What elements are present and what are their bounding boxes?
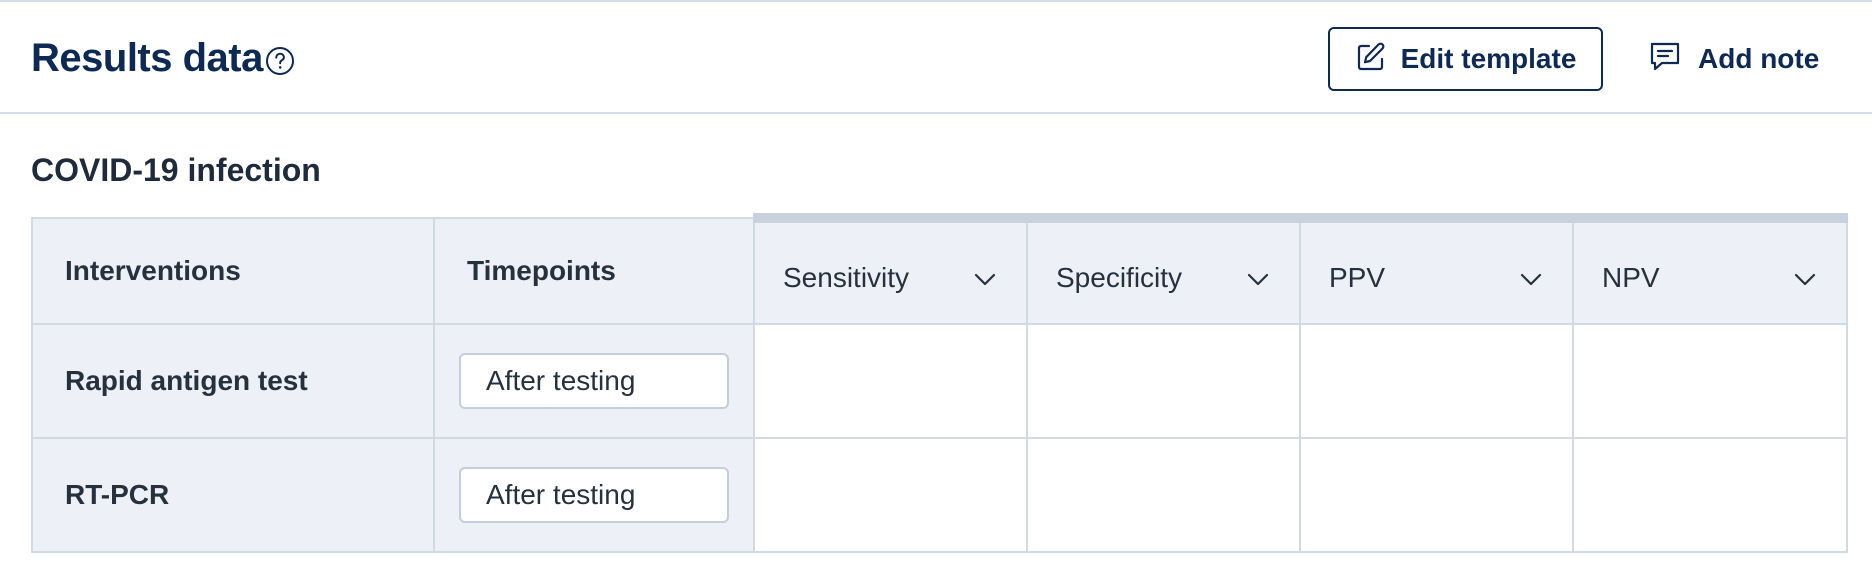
intervention-label: RT-PCR bbox=[31, 437, 435, 553]
edit-template-button[interactable]: Edit template bbox=[1328, 27, 1603, 91]
add-note-label: Add note bbox=[1698, 43, 1820, 74]
timepoint-cell: After testing bbox=[433, 437, 755, 553]
column-header-interventions: Interventions bbox=[31, 217, 435, 325]
pencil-square-icon bbox=[1355, 41, 1387, 78]
timepoint-cell: After testing bbox=[433, 323, 755, 439]
timepoint-field[interactable]: After testing bbox=[459, 353, 729, 409]
column-header-npv[interactable]: NPV bbox=[1572, 213, 1848, 325]
metric-label: Sensitivity bbox=[783, 262, 910, 293]
specificity-cell[interactable] bbox=[1026, 323, 1301, 439]
npv-cell[interactable] bbox=[1572, 323, 1848, 439]
edit-template-label: Edit template bbox=[1400, 43, 1577, 74]
sensitivity-cell[interactable] bbox=[753, 323, 1028, 439]
column-header-specificity[interactable]: Specificity bbox=[1026, 213, 1301, 325]
chevron-down-icon[interactable] bbox=[1520, 262, 1542, 294]
column-header-ppv[interactable]: PPV bbox=[1299, 213, 1574, 325]
chevron-down-icon[interactable] bbox=[1794, 262, 1816, 294]
page-title: Results data bbox=[31, 36, 263, 80]
table-header-row: Interventions Timepoints Sensitivity Spe… bbox=[31, 213, 1848, 325]
npv-cell[interactable] bbox=[1572, 437, 1848, 553]
question-circle-icon[interactable] bbox=[265, 46, 295, 76]
add-note-button[interactable]: Add note bbox=[1640, 27, 1840, 91]
ppv-cell[interactable] bbox=[1299, 437, 1574, 553]
chevron-down-icon[interactable] bbox=[974, 262, 996, 294]
timepoint-field[interactable]: After testing bbox=[459, 467, 729, 523]
sensitivity-cell[interactable] bbox=[753, 437, 1028, 553]
section-title: COVID-19 infection bbox=[31, 152, 321, 188]
column-header-sensitivity[interactable]: Sensitivity bbox=[753, 213, 1028, 325]
chevron-down-icon[interactable] bbox=[1247, 262, 1269, 294]
metric-label: Specificity bbox=[1056, 262, 1183, 293]
column-header-timepoints: Timepoints bbox=[433, 217, 755, 325]
title-group: Results data bbox=[31, 36, 295, 81]
table-row: RT-PCR After testing bbox=[31, 437, 1848, 553]
metric-label: NPV bbox=[1602, 262, 1660, 293]
specificity-cell[interactable] bbox=[1026, 437, 1301, 553]
results-table: Interventions Timepoints Sensitivity Spe… bbox=[31, 213, 1848, 553]
intervention-label: Rapid antigen test bbox=[31, 323, 435, 439]
ppv-cell[interactable] bbox=[1299, 323, 1574, 439]
page-header: Results data Edit template Add note bbox=[0, 0, 1872, 114]
metric-label: PPV bbox=[1329, 262, 1386, 293]
comment-icon bbox=[1648, 40, 1682, 79]
table-row: Rapid antigen test After testing bbox=[31, 323, 1848, 439]
